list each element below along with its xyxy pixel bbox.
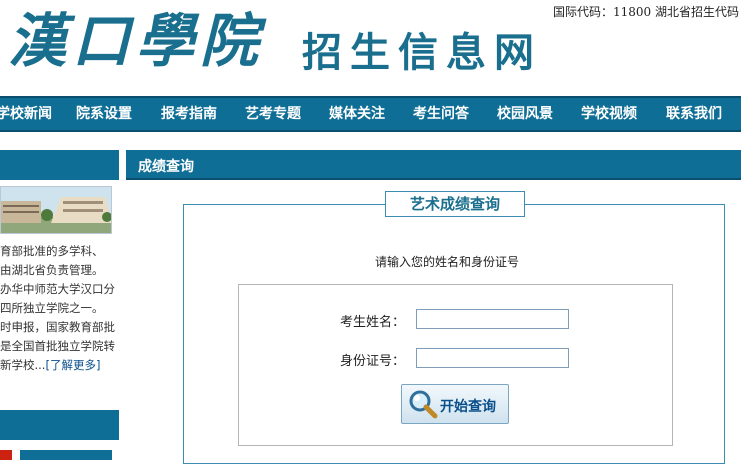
nav-item-departments[interactable]: 院系设置 bbox=[76, 98, 132, 130]
enrollment-code-note: 国际代码：11800 湖北省招生代码 bbox=[553, 5, 739, 19]
intro-line: 时申报，国家教育部批 bbox=[0, 320, 115, 334]
site-title: 招生信息网 bbox=[302, 30, 542, 76]
campus-photo bbox=[0, 186, 112, 234]
main-nav: 学校新闻 院系设置 报考指南 艺考专题 媒体关注 考生问答 校园风景 学校视频 … bbox=[0, 96, 741, 132]
start-query-button[interactable]: 开始查询 bbox=[401, 384, 509, 424]
site-header: 漢口學院 招生信息网 国际代码：11800 湖北省招生代码 bbox=[0, 0, 741, 96]
query-hint: 请输入您的姓名和身份证号 bbox=[375, 255, 520, 269]
learn-more-link[interactable]: [了解更多] bbox=[45, 358, 100, 372]
nav-item-campus-scenery[interactable]: 校园风景 bbox=[497, 98, 553, 130]
sidebar: 育部批准的多学科、 由湖北省负责管理。 办华中师范大学汉口分 四所独立学院之一。… bbox=[0, 150, 119, 460]
sidebar-red-tab[interactable] bbox=[0, 450, 12, 460]
nav-item-media[interactable]: 媒体关注 bbox=[329, 98, 385, 130]
intro-line: 新学校... bbox=[0, 358, 46, 372]
section-title: 成绩查询 bbox=[138, 159, 194, 175]
panel-title: 艺术成绩查询 bbox=[385, 191, 525, 217]
section-header: 成绩查询 bbox=[126, 150, 741, 180]
id-label: 身份证号： bbox=[340, 354, 406, 369]
nav-item-faq[interactable]: 考生问答 bbox=[413, 98, 469, 130]
intro-line: 四所独立学院之一。 bbox=[0, 301, 104, 315]
magnifier-icon bbox=[409, 390, 438, 419]
intro-line: 由湖北省负责管理。 bbox=[0, 263, 104, 277]
sidebar-header bbox=[0, 150, 119, 180]
school-intro: 育部批准的多学科、 由湖北省负责管理。 办华中师范大学汉口分 四所独立学院之一。… bbox=[0, 242, 115, 375]
name-label: 考生姓名： bbox=[340, 315, 406, 330]
sidebar-blue-tab[interactable] bbox=[20, 450, 112, 460]
intro-line: 育部批准的多学科、 bbox=[0, 244, 104, 258]
intro-line: 是全国首批独立学院转 bbox=[0, 339, 115, 353]
intro-line: 办华中师范大学汉口分 bbox=[0, 282, 115, 296]
nav-item-admission-guide[interactable]: 报考指南 bbox=[161, 98, 217, 130]
start-query-label: 开始查询 bbox=[440, 398, 496, 414]
school-logo[interactable]: 漢口學院 bbox=[8, 6, 264, 76]
sidebar-header-2 bbox=[0, 410, 119, 440]
name-input[interactable] bbox=[416, 309, 569, 329]
nav-item-school-news[interactable]: 学校新闻 bbox=[0, 98, 52, 130]
intro-line-last: 新学校...[了解更多] bbox=[0, 356, 115, 375]
nav-item-art-exam[interactable]: 艺考专题 bbox=[245, 98, 301, 130]
nav-item-school-video[interactable]: 学校视频 bbox=[581, 98, 637, 130]
id-number-input[interactable] bbox=[416, 348, 569, 368]
nav-item-contact[interactable]: 联系我们 bbox=[666, 98, 722, 130]
